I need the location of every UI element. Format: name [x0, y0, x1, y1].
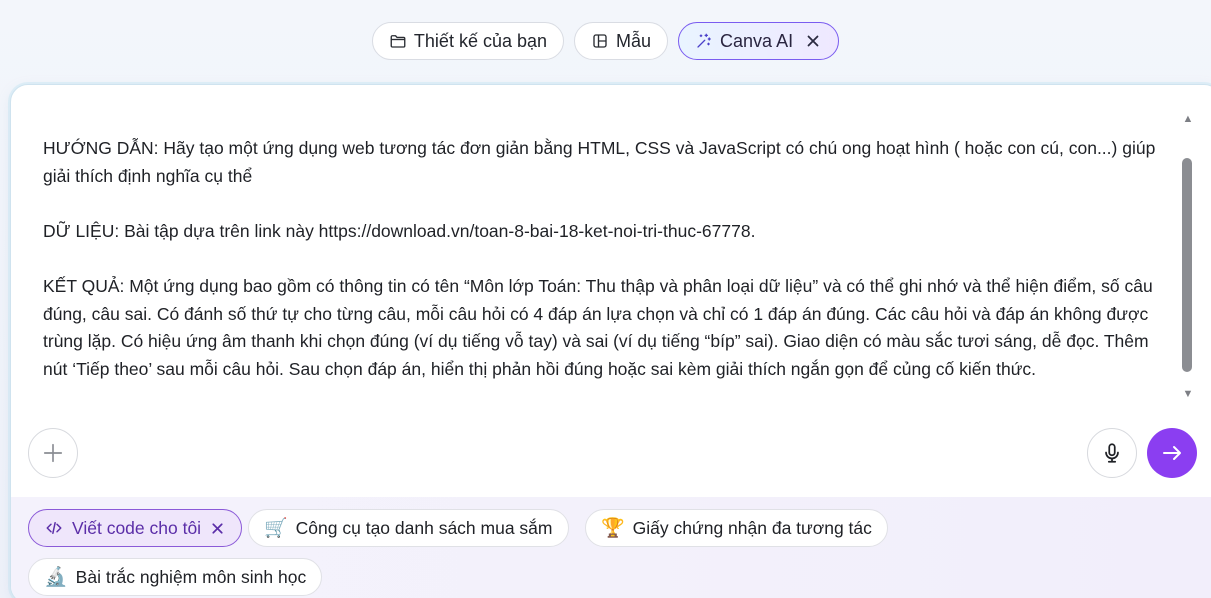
suggestion-biology-quiz[interactable]: 🔬 Bài trắc nghiệm môn sinh học — [28, 558, 323, 596]
top-tabs: Thiết kế của bạn Mẫu Canva AI — [0, 22, 1211, 60]
suggestion-label: Công cụ tạo danh sách mua sắm — [295, 517, 553, 538]
send-button[interactable] — [1147, 428, 1197, 478]
tab-templates[interactable]: Mẫu — [574, 22, 669, 60]
microphone-icon — [1105, 443, 1119, 463]
template-icon — [593, 34, 607, 48]
sparkle-icon — [697, 33, 711, 48]
prompt-paragraph-result: KẾT QUẢ: Một ứng dụng bao gồm có thông t… — [43, 275, 1153, 379]
suggestion-label: Bài trắc nghiệm môn sinh học — [75, 566, 307, 587]
folder-icon — [390, 35, 406, 48]
plus-icon — [43, 443, 63, 463]
arrow-right-icon — [1163, 446, 1181, 460]
tab-label: Thiết kế của bạn — [413, 30, 548, 51]
suggestion-label: Viết code cho tôi — [72, 517, 202, 538]
prompt-paragraph-instructions: HƯỚNG DẪN: Hãy tạo một ứng dụng web tươn… — [43, 138, 1156, 186]
microscope-icon: 🔬 — [44, 567, 68, 588]
suggestion-label: Giấy chứng nhận đa tương tác — [632, 517, 872, 538]
suggestion-write-code[interactable]: Viết code cho tôi — [28, 509, 243, 547]
suggestion-certificate[interactable]: 🏆 Giấy chứng nhận đa tương tác — [585, 509, 888, 547]
suggestion-area: Viết code cho tôi 🛒 Công cụ tạo danh sác… — [11, 497, 1211, 598]
scrollbar-thumb[interactable] — [1182, 158, 1192, 372]
prompt-textarea[interactable]: HƯỚNG DẪN: Hãy tạo một ứng dụng web tươn… — [43, 135, 1158, 383]
suggestion-shopping-list[interactable]: 🛒 Công cụ tạo danh sách mua sắm — [248, 509, 569, 547]
shopping-cart-icon: 🛒 — [264, 518, 288, 539]
close-icon[interactable] — [804, 32, 822, 50]
microphone-button[interactable] — [1087, 428, 1137, 478]
tab-canva-ai[interactable]: Canva AI — [678, 22, 840, 60]
scroll-down-arrow-icon[interactable]: ▼ — [1180, 388, 1196, 400]
prompt-panel: HƯỚNG DẪN: Hãy tạo một ứng dụng web tươn… — [10, 84, 1211, 598]
close-icon[interactable] — [209, 520, 226, 537]
tab-your-designs[interactable]: Thiết kế của bạn — [371, 22, 565, 60]
code-icon — [46, 522, 62, 534]
tab-label: Mẫu — [616, 30, 652, 51]
trophy-icon: 🏆 — [601, 518, 625, 539]
scroll-up-arrow-icon[interactable]: ▲ — [1180, 113, 1196, 125]
tab-label: Canva AI — [720, 30, 794, 51]
prompt-paragraph-data: DỮ LIỆU: Bài tập dựa trên link này https… — [43, 220, 756, 241]
add-button[interactable] — [28, 428, 78, 478]
